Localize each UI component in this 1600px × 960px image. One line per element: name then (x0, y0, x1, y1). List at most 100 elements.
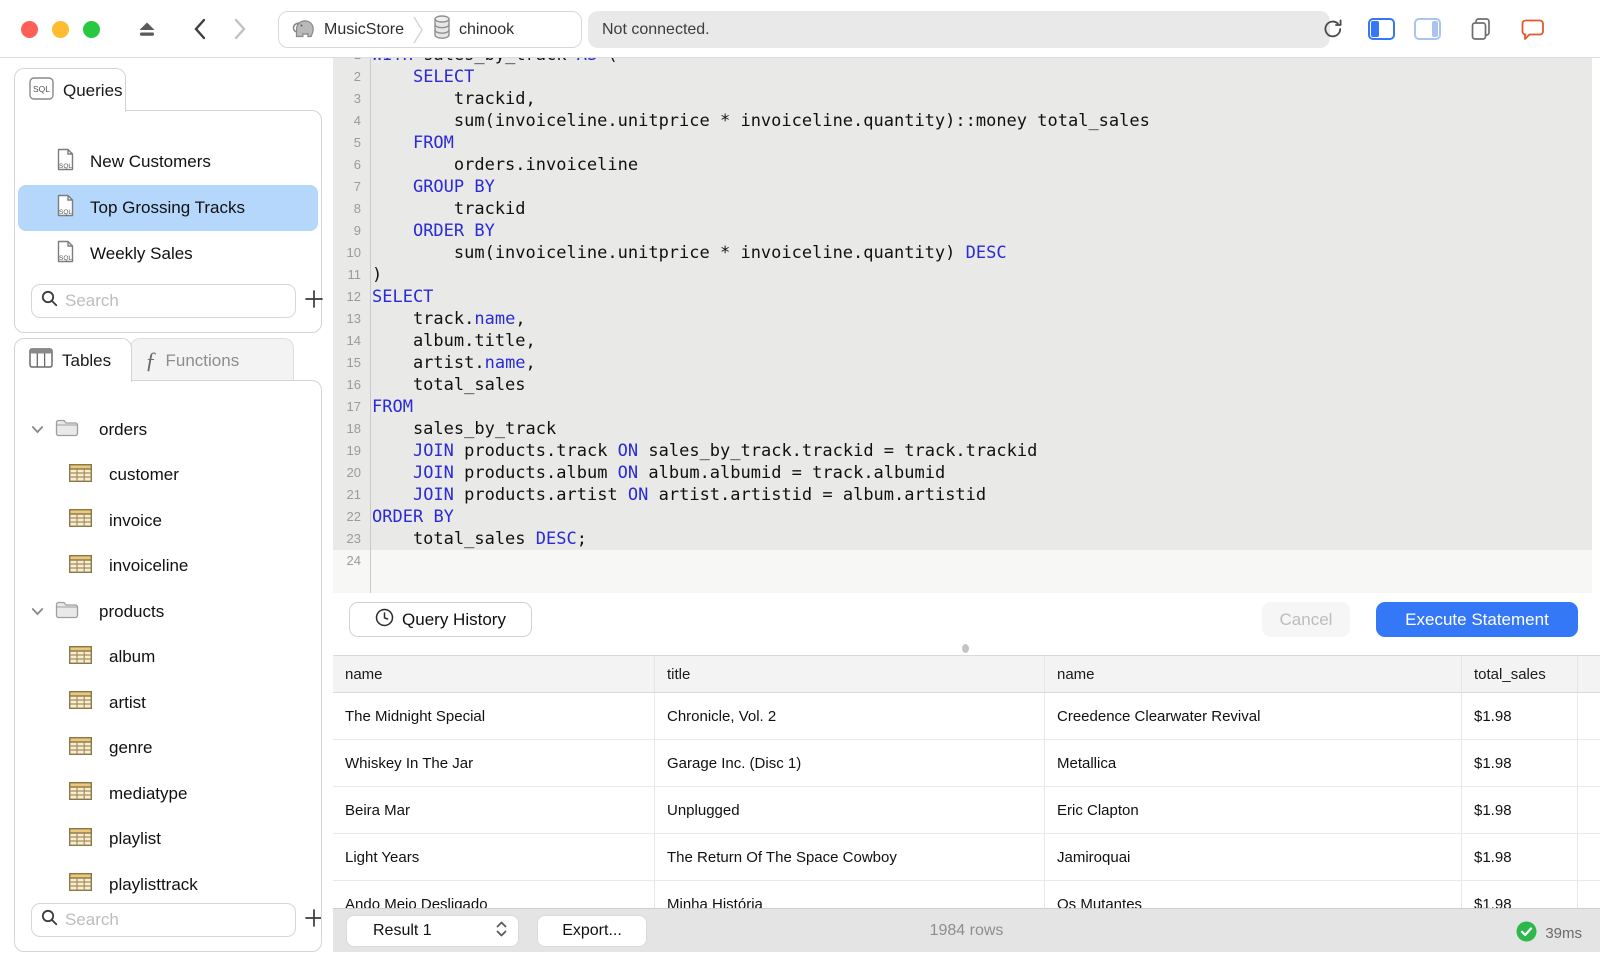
sql-editor[interactable]: 1WITH sales_by_track AS (2 SELECT3 track… (333, 58, 1592, 593)
result-cell[interactable]: Chronicle, Vol. 2 (655, 693, 1045, 739)
tree-table-mediatype[interactable]: mediatype (15, 771, 321, 817)
result-cell[interactable] (1578, 834, 1600, 880)
breadcrumb-server[interactable]: MusicStore (324, 21, 404, 39)
code-line-3[interactable]: 3 trackid, (333, 88, 1592, 110)
query-item-top-grossing-tracks[interactable]: SQL Top Grossing Tracks (18, 185, 318, 231)
column-header-total-sales[interactable]: total_sales (1462, 656, 1578, 692)
pane-splitter[interactable] (333, 640, 1600, 655)
column-header-name[interactable]: name (333, 656, 655, 692)
zoom-window-button[interactable] (83, 21, 100, 38)
result-row-1[interactable]: The Midnight Special Chronicle, Vol. 2 Cre… (333, 693, 1600, 740)
result-cell[interactable]: Creedence Clearwater Revival (1045, 693, 1462, 739)
result-row-3[interactable]: Beira Mar Unplugged Eric Clapton $1.98 (333, 787, 1600, 834)
breadcrumb-database[interactable]: chinook (459, 21, 514, 39)
result-cell[interactable]: Beira Mar (333, 787, 655, 833)
tab-functions[interactable]: ƒ Functions (130, 338, 294, 382)
eject-icon[interactable] (132, 14, 162, 44)
result-cell[interactable]: Os Mutantes (1045, 881, 1462, 908)
code-line-4[interactable]: 4 sum(invoiceline.unitprice * invoicelin… (333, 110, 1592, 132)
result-cell[interactable]: $1.98 (1462, 834, 1578, 880)
toggle-right-sidebar-icon[interactable] (1412, 14, 1442, 44)
result-cell[interactable]: Unplugged (655, 787, 1045, 833)
code-line-22[interactable]: 22 ORDER BY (333, 506, 1592, 528)
result-cell[interactable]: Metallica (1045, 740, 1462, 786)
result-cell[interactable]: Garage Inc. (Disc 1) (655, 740, 1045, 786)
code-line-9[interactable]: 9 ORDER BY (333, 220, 1592, 242)
result-cell[interactable]: $1.98 (1462, 693, 1578, 739)
code-line-17[interactable]: 17 FROM (333, 396, 1592, 418)
result-row-4[interactable]: Light Years The Return Of The Space Cowbo… (333, 834, 1600, 881)
tree-table-playlisttrack[interactable]: playlisttrack (15, 862, 321, 908)
tree-table-invoiceline[interactable]: invoiceline (15, 544, 321, 590)
result-cell[interactable]: The Return Of The Space Cowboy (655, 834, 1045, 880)
result-cell[interactable]: Ando Meio Desligado (333, 881, 655, 908)
tab-tables[interactable]: Tables (14, 338, 132, 382)
column-header-title[interactable]: title (655, 656, 1045, 692)
feedback-chat-icon[interactable] (1518, 14, 1548, 44)
code-line-10[interactable]: 10 sum(invoiceline.unitprice * invoiceli… (333, 242, 1592, 264)
code-line-24[interactable]: 24 (333, 550, 1592, 572)
tree-table-customer[interactable]: customer (15, 453, 321, 499)
execute-statement-button[interactable]: Execute Statement (1376, 602, 1578, 637)
result-cell[interactable]: The Midnight Special (333, 693, 655, 739)
column-header-name[interactable]: name (1045, 656, 1462, 692)
code-line-7[interactable]: 7 GROUP BY (333, 176, 1592, 198)
result-cell[interactable]: Light Years (333, 834, 655, 880)
queries-search-input[interactable] (31, 284, 296, 318)
code-line-15[interactable]: 15 artist.name, (333, 352, 1592, 374)
result-cell[interactable]: $1.98 (1462, 740, 1578, 786)
tree-folder-orders[interactable]: orders (15, 407, 321, 453)
tables-search-field[interactable] (65, 910, 286, 930)
query-item-weekly-sales[interactable]: SQL Weekly Sales (18, 231, 318, 277)
code-line-5[interactable]: 5 FROM (333, 132, 1592, 154)
code-line-8[interactable]: 8 trackid (333, 198, 1592, 220)
chevron-down-icon[interactable] (31, 603, 45, 621)
result-cell[interactable]: $1.98 (1462, 787, 1578, 833)
result-cell[interactable] (1578, 693, 1600, 739)
result-cell[interactable]: $1.98 (1462, 881, 1578, 908)
code-line-23[interactable]: 23 total_sales DESC; (333, 528, 1592, 550)
tree-table-artist[interactable]: artist (15, 680, 321, 726)
code-line-21[interactable]: 21 JOIN products.artist ON artist.artist… (333, 484, 1592, 506)
result-cell[interactable] (1578, 881, 1600, 908)
result-cell[interactable] (1578, 740, 1600, 786)
result-cell[interactable]: Whiskey In The Jar (333, 740, 655, 786)
minimize-window-button[interactable] (52, 21, 69, 38)
result-cell[interactable] (1578, 787, 1600, 833)
code-line-19[interactable]: 19 JOIN products.track ON sales_by_track… (333, 440, 1592, 462)
refresh-icon[interactable] (1318, 14, 1348, 44)
chevron-down-icon[interactable] (31, 421, 45, 439)
forward-button[interactable] (225, 14, 255, 44)
tab-queries[interactable]: SQL Queries (14, 68, 126, 112)
splitter-handle-icon[interactable] (962, 644, 969, 653)
query-item-new-customers[interactable]: SQL New Customers (18, 139, 318, 185)
tree-table-playlist[interactable]: playlist (15, 817, 321, 863)
queries-search-field[interactable] (65, 291, 286, 311)
result-cell[interactable]: Minha História (655, 881, 1045, 908)
code-line-11[interactable]: 11) (333, 264, 1592, 286)
code-line-20[interactable]: 20 JOIN products.album ON album.albumid … (333, 462, 1592, 484)
result-row-5[interactable]: Ando Meio Desligado Minha História Os Muta… (333, 881, 1600, 908)
windows-icon[interactable] (1466, 14, 1496, 44)
code-line-12[interactable]: 12 SELECT (333, 286, 1592, 308)
tree-table-invoice[interactable]: invoice (15, 498, 321, 544)
code-line-13[interactable]: 13 track.name, (333, 308, 1592, 330)
result-cell[interactable]: Jamiroquai (1045, 834, 1462, 880)
add-query-button[interactable] (304, 289, 324, 314)
code-line-2[interactable]: 2 SELECT (333, 66, 1592, 88)
code-line-1[interactable]: 1WITH sales_by_track AS ( (333, 58, 1592, 66)
add-table-button[interactable] (304, 908, 321, 933)
close-window-button[interactable] (21, 21, 38, 38)
tree-table-genre[interactable]: genre (15, 726, 321, 772)
code-line-16[interactable]: 16 total_sales (333, 374, 1592, 396)
query-history-button[interactable]: Query History (349, 602, 532, 637)
toggle-left-sidebar-icon[interactable] (1366, 14, 1396, 44)
tables-search-input[interactable] (31, 903, 296, 937)
cancel-button[interactable]: Cancel (1262, 602, 1350, 637)
tree-table-album[interactable]: album (15, 635, 321, 681)
code-line-18[interactable]: 18 sales_by_track (333, 418, 1592, 440)
code-line-6[interactable]: 6 orders.invoiceline (333, 154, 1592, 176)
result-row-2[interactable]: Whiskey In The Jar Garage Inc. (Disc 1) Me… (333, 740, 1600, 787)
result-cell[interactable]: Eric Clapton (1045, 787, 1462, 833)
code-line-14[interactable]: 14 album.title, (333, 330, 1592, 352)
